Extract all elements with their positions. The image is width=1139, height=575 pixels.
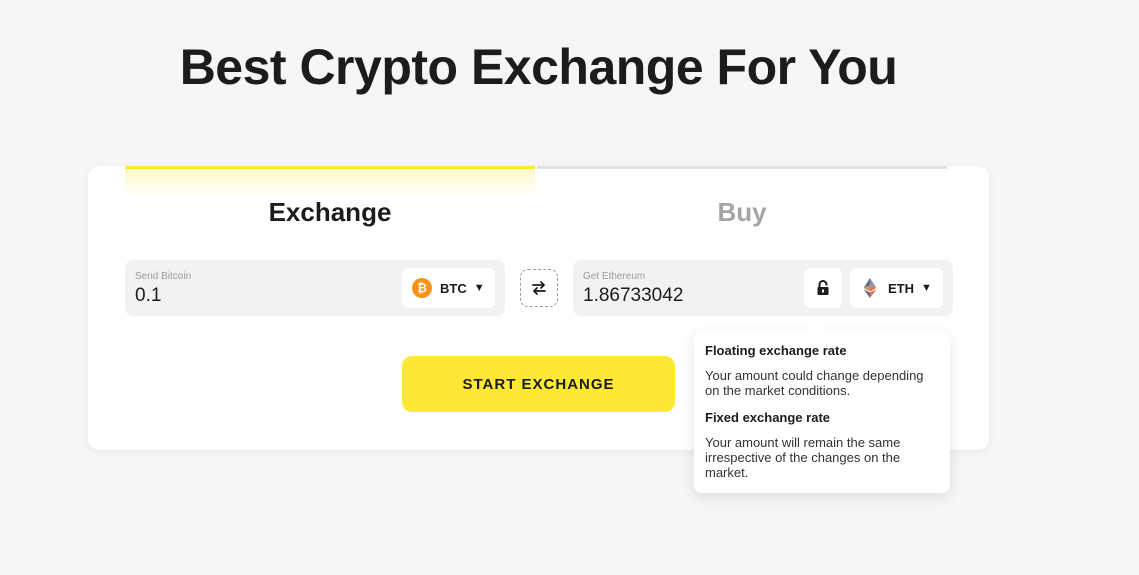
swap-button[interactable] [520,269,558,307]
chevron-down-icon: ▼ [473,282,485,294]
tab-exchange[interactable]: Exchange [125,166,535,239]
send-amount-input[interactable] [135,285,365,307]
get-field: Get Ethereum ETH ▼ [573,260,953,316]
swap-arrows-icon [532,281,546,295]
get-currency-code: ETH [888,280,914,296]
lock-icon [817,280,829,295]
rate-info-tooltip: Floating exchange rate Your amount could… [694,321,950,493]
tab-exchange-label: Exchange [268,197,392,227]
get-currency-select[interactable]: ETH ▼ [850,268,943,308]
tab-buy[interactable]: Buy [537,166,947,239]
get-field-label: Get Ethereum [583,271,646,282]
ethereum-icon [860,278,880,298]
floating-rate-text: Your amount could change depending on th… [705,368,924,398]
fixed-rate-lock-button[interactable] [804,268,842,308]
send-field-label: Send Bitcoin [135,271,192,282]
get-amount-input[interactable] [583,285,813,307]
page-title: Best Crypto Exchange For You [179,39,898,95]
send-currency-code: BTC [440,280,467,296]
floating-rate-title: Floating exchange rate [705,343,847,358]
fixed-rate-text: Your amount will remain the same irrespe… [705,435,901,480]
start-exchange-button[interactable]: START EXCHANGE [402,356,675,412]
fixed-rate-title: Fixed exchange rate [705,410,830,425]
chevron-down-icon: ▼ [921,282,932,294]
tab-buy-label: Buy [717,197,767,227]
send-field: Send Bitcoin ₿ BTC ▼ [125,260,505,316]
send-currency-select[interactable]: ₿ BTC ▼ [402,268,495,308]
bitcoin-icon: ₿ [412,278,432,298]
